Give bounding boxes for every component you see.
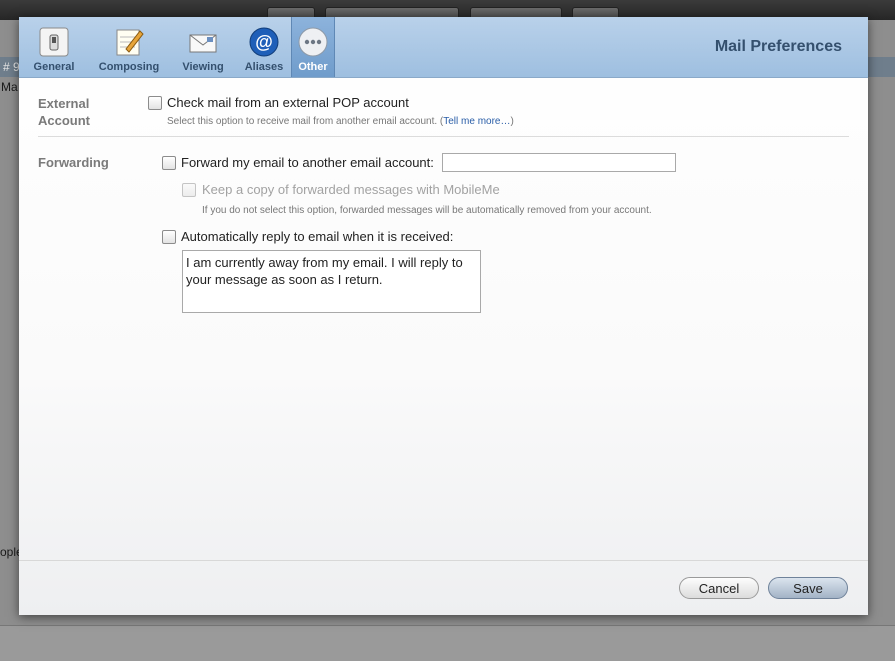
section-label-line: Account: [38, 113, 90, 128]
keep-copy-label: Keep a copy of forwarded messages with M…: [202, 182, 500, 197]
dialog-title: Mail Preferences: [714, 38, 842, 55]
auto-reply-message[interactable]: I am currently away from my email. I wil…: [182, 250, 481, 313]
tab-other[interactable]: Other: [291, 17, 335, 77]
tab-label: Composing: [98, 61, 160, 73]
notepad-pencil-icon: [114, 27, 144, 57]
preference-tabs: General Composing Viewing @ Aliases Othe…: [19, 17, 335, 77]
tab-viewing[interactable]: Viewing: [169, 17, 237, 77]
external-pop-hint: Select this option to receive mail from …: [167, 116, 514, 127]
tab-label: Other: [298, 61, 328, 73]
envelope-icon: [188, 27, 218, 57]
section-label-forwarding: Forwarding: [38, 155, 109, 170]
external-pop-label: Check mail from an external POP account: [167, 95, 409, 110]
hint-close: ): [510, 116, 514, 127]
cancel-button[interactable]: Cancel: [679, 577, 759, 599]
footer-divider: [19, 560, 868, 561]
keep-copy-checkbox[interactable]: [182, 183, 196, 197]
switch-icon: [39, 27, 69, 57]
section-label-line: External: [38, 96, 90, 111]
save-button[interactable]: Save: [768, 577, 848, 599]
forward-email-field[interactable]: [442, 153, 676, 172]
section-divider: [38, 136, 849, 137]
tab-aliases[interactable]: @ Aliases: [237, 17, 291, 77]
keep-copy-hint: If you do not select this option, forwar…: [202, 205, 652, 216]
tell-me-more-link[interactable]: Tell me more…: [443, 116, 510, 127]
dialog-header: General Composing Viewing @ Aliases Othe…: [19, 17, 868, 78]
tab-label: Aliases: [244, 61, 284, 73]
forward-email-label: Forward my email to another email accoun…: [181, 155, 434, 170]
at-sign-icon: @: [249, 27, 279, 57]
ellipsis-icon: [298, 27, 328, 57]
mail-preferences-dialog: General Composing Viewing @ Aliases Othe…: [19, 17, 868, 615]
section-label-external-account: External Account: [38, 95, 90, 129]
tab-composing[interactable]: Composing: [89, 17, 169, 77]
external-pop-checkbox[interactable]: [148, 96, 162, 110]
background-side-text: Ma: [1, 80, 18, 94]
auto-reply-checkbox[interactable]: [162, 230, 176, 244]
tab-label: Viewing: [182, 61, 224, 73]
background-bottom-bar: [0, 625, 895, 661]
svg-text:@: @: [255, 32, 273, 52]
hint-text: Select this option to receive mail from …: [167, 116, 444, 127]
tab-label: General: [33, 61, 75, 73]
tab-general[interactable]: General: [19, 17, 89, 77]
background-strip: [868, 57, 895, 77]
background-strip-text: # 9: [3, 60, 20, 74]
auto-reply-label: Automatically reply to email when it is …: [181, 229, 454, 244]
forward-email-checkbox[interactable]: [162, 156, 176, 170]
